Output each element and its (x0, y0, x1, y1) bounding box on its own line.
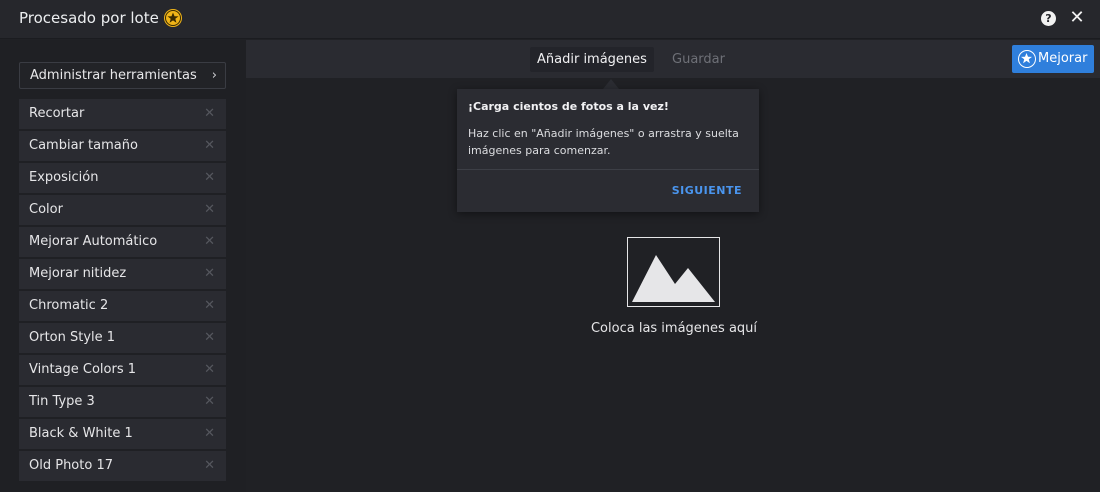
tool-item-label: Black & White 1 (29, 426, 133, 441)
close-icon[interactable]: ✕ (1068, 8, 1086, 28)
tool-item[interactable]: Color ✕ (19, 195, 226, 225)
remove-tool-icon[interactable]: ✕ (204, 387, 215, 417)
tool-item-label: Orton Style 1 (29, 330, 116, 345)
title-bar: Procesado por lote ? ✕ (0, 0, 1100, 39)
tooltip-body: Haz clic en "Añadir imágenes" o arrastra… (468, 127, 739, 157)
enhance-label: Mejorar (1038, 51, 1088, 66)
remove-tool-icon[interactable]: ✕ (204, 131, 215, 161)
top-toolbar: Añadir imágenes Guardar Mejorar (246, 40, 1100, 78)
window-title-text: Procesado por lote (19, 9, 159, 27)
remove-tool-icon[interactable]: ✕ (204, 195, 215, 225)
tool-list: Recortar ✕ Cambiar tamaño ✕ Exposición ✕ Color… (19, 99, 226, 483)
save-tab[interactable]: Guardar (672, 47, 725, 72)
tool-item-label: Mejorar nitidez (29, 266, 127, 281)
tool-item-label: Cambiar tamaño (29, 138, 138, 153)
tooltip-divider (457, 169, 759, 170)
help-icon[interactable]: ? (1041, 11, 1056, 26)
dropzone-text: Coloca las imágenes aquí (590, 321, 758, 336)
tool-item-label: Color (29, 202, 63, 217)
remove-tool-icon[interactable]: ✕ (204, 355, 215, 385)
tool-item-label: Old Photo 17 (29, 458, 113, 473)
tool-item[interactable]: Tin Type 3 ✕ (19, 387, 226, 417)
window-title: Procesado por lote (19, 9, 182, 27)
add-images-tab[interactable]: Añadir imágenes (530, 47, 654, 72)
premium-star-icon (163, 9, 182, 27)
tool-item-label: Tin Type 3 (29, 394, 95, 409)
tool-item-label: Vintage Colors 1 (29, 362, 137, 377)
remove-tool-icon[interactable]: ✕ (204, 451, 215, 481)
tool-item[interactable]: Exposición ✕ (19, 163, 226, 193)
tool-item-label: Exposición (29, 170, 99, 185)
tool-item-label: Chromatic 2 (29, 298, 109, 313)
remove-tool-icon[interactable]: ✕ (204, 163, 215, 193)
enhance-button[interactable]: Mejorar (1012, 45, 1094, 73)
remove-tool-icon[interactable]: ✕ (204, 291, 215, 321)
tooltip-next-button[interactable]: SIGUIENTE (672, 184, 742, 197)
tools-sidebar: Administrar herramientas › Recortar ✕ Camb… (0, 40, 246, 492)
manage-tools-button[interactable]: Administrar herramientas › (19, 62, 226, 89)
tool-item[interactable]: Orton Style 1 ✕ (19, 323, 226, 353)
chevron-right-icon: › (211, 68, 217, 83)
tool-item-label: Recortar (29, 106, 85, 121)
remove-tool-icon[interactable]: ✕ (204, 419, 215, 449)
remove-tool-icon[interactable]: ✕ (204, 99, 215, 129)
onboarding-tooltip: ¡Carga cientos de fotos a la vez! Haz cl… (457, 89, 759, 212)
tool-item[interactable]: Cambiar tamaño ✕ (19, 131, 226, 161)
tooltip-arrow (603, 79, 619, 89)
tool-item[interactable]: Old Photo 17 ✕ (19, 451, 226, 481)
remove-tool-icon[interactable]: ✕ (204, 259, 215, 289)
image-placeholder-icon[interactable] (627, 237, 720, 307)
remove-tool-icon[interactable]: ✕ (204, 323, 215, 353)
tool-item[interactable]: Mejorar Automático ✕ (19, 227, 226, 257)
manage-tools-label: Administrar herramientas (30, 68, 197, 83)
tool-item[interactable]: Chromatic 2 ✕ (19, 291, 226, 321)
tool-item[interactable]: Mejorar nitidez ✕ (19, 259, 226, 289)
tool-item[interactable]: Vintage Colors 1 ✕ (19, 355, 226, 385)
enhance-star-icon (1018, 50, 1036, 68)
tool-item[interactable]: Black & White 1 ✕ (19, 419, 226, 449)
tool-item[interactable]: Recortar ✕ (19, 99, 226, 129)
tooltip-title: ¡Carga cientos de fotos a la vez! (468, 100, 669, 113)
remove-tool-icon[interactable]: ✕ (204, 227, 215, 257)
tool-item-label: Mejorar Automático (29, 234, 158, 249)
